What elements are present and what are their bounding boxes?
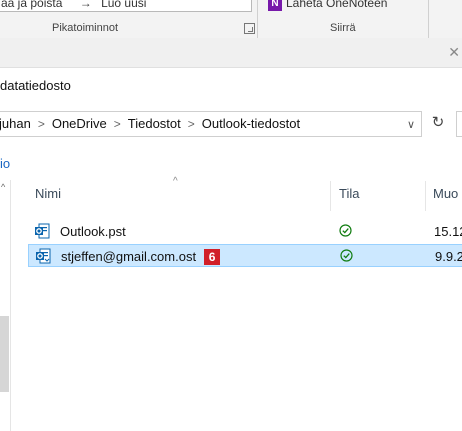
scrollbar-thumb[interactable] (0, 316, 9, 392)
ribbon-separator (428, 0, 429, 38)
file-name: Outlook.pst (60, 224, 126, 239)
breadcrumb: juhan > OneDrive > Tiedostot > Outlook-tiedost… (0, 116, 300, 131)
file-row-selected[interactable]: stjeffen@gmail.com.ost 6 9.9.20 (28, 244, 462, 267)
refresh-icon[interactable]: ↻ (426, 111, 450, 135)
ribbon-group-label-move: Siirrä (330, 22, 356, 34)
dialog-launcher-icon[interactable] (244, 23, 255, 34)
ribbon: aa ja poista → Luo uusi Pikatoiminnot NL… (0, 0, 462, 39)
column-separator[interactable] (425, 181, 426, 211)
column-separator[interactable] (330, 181, 331, 211)
chevron-right-icon[interactable]: > (114, 117, 121, 131)
onenote-icon: N (268, 0, 282, 11)
quick-step-arrow-icon: → (79, 0, 92, 10)
close-icon[interactable]: ✕ (448, 44, 460, 61)
send-to-onenote-button[interactable]: N Lähetä OneNoteen (268, 0, 387, 12)
quick-steps-gallery[interactable]: aa ja poista → Luo uusi (0, 0, 252, 12)
sort-ascending-icon: ^ (173, 176, 178, 187)
breadcrumb-item[interactable]: OneDrive (52, 116, 107, 131)
breadcrumb-item[interactable]: juhan (0, 116, 31, 131)
column-header-name[interactable]: Nimi (35, 186, 61, 201)
ribbon-group-label-quicksteps: Pikatoiminnot (52, 22, 119, 34)
file-name-with-badge: stjeffen@gmail.com.ost 6 (61, 249, 221, 265)
scroll-up-icon[interactable]: ^ (1, 182, 5, 192)
chevron-right-icon[interactable]: > (38, 117, 45, 131)
file-name: stjeffen@gmail.com.ost (61, 249, 197, 264)
file-modified-date: 15.12 (434, 224, 462, 239)
chevron-down-icon[interactable]: ∨ (407, 118, 415, 131)
chevron-right-icon[interactable]: > (188, 117, 195, 131)
navigation-pane[interactable]: ^ (0, 180, 11, 431)
outlook-data-file-icon (36, 248, 51, 264)
step-number-badge: 6 (204, 249, 221, 265)
dialog-title: datatiedosto (0, 78, 71, 93)
quick-step-label: aa ja poista (1, 0, 63, 10)
search-box[interactable] (456, 111, 462, 137)
organize-menu[interactable]: io (0, 156, 10, 171)
file-modified-date: 9.9.20 (435, 249, 462, 264)
file-row[interactable]: Outlook.pst 15.12 (28, 220, 462, 243)
dialog-title-bar: ✕ (0, 38, 462, 68)
address-bar[interactable]: juhan > OneDrive > Tiedostot > Outlook-tiedost… (0, 111, 422, 137)
outlook-data-file-icon (35, 223, 50, 239)
breadcrumb-item[interactable]: Outlook-tiedostot (202, 116, 300, 131)
sync-ok-check-icon (339, 224, 352, 237)
ribbon-separator (257, 0, 258, 38)
column-header-status[interactable]: Tila (339, 186, 359, 201)
column-header-modified[interactable]: Muo (433, 186, 458, 201)
send-to-onenote-label: Lähetä OneNoteen (286, 0, 388, 10)
breadcrumb-item[interactable]: Tiedostot (128, 116, 181, 131)
quick-step-create-label: Luo uusi (101, 0, 147, 10)
sync-ok-check-icon (340, 249, 353, 262)
